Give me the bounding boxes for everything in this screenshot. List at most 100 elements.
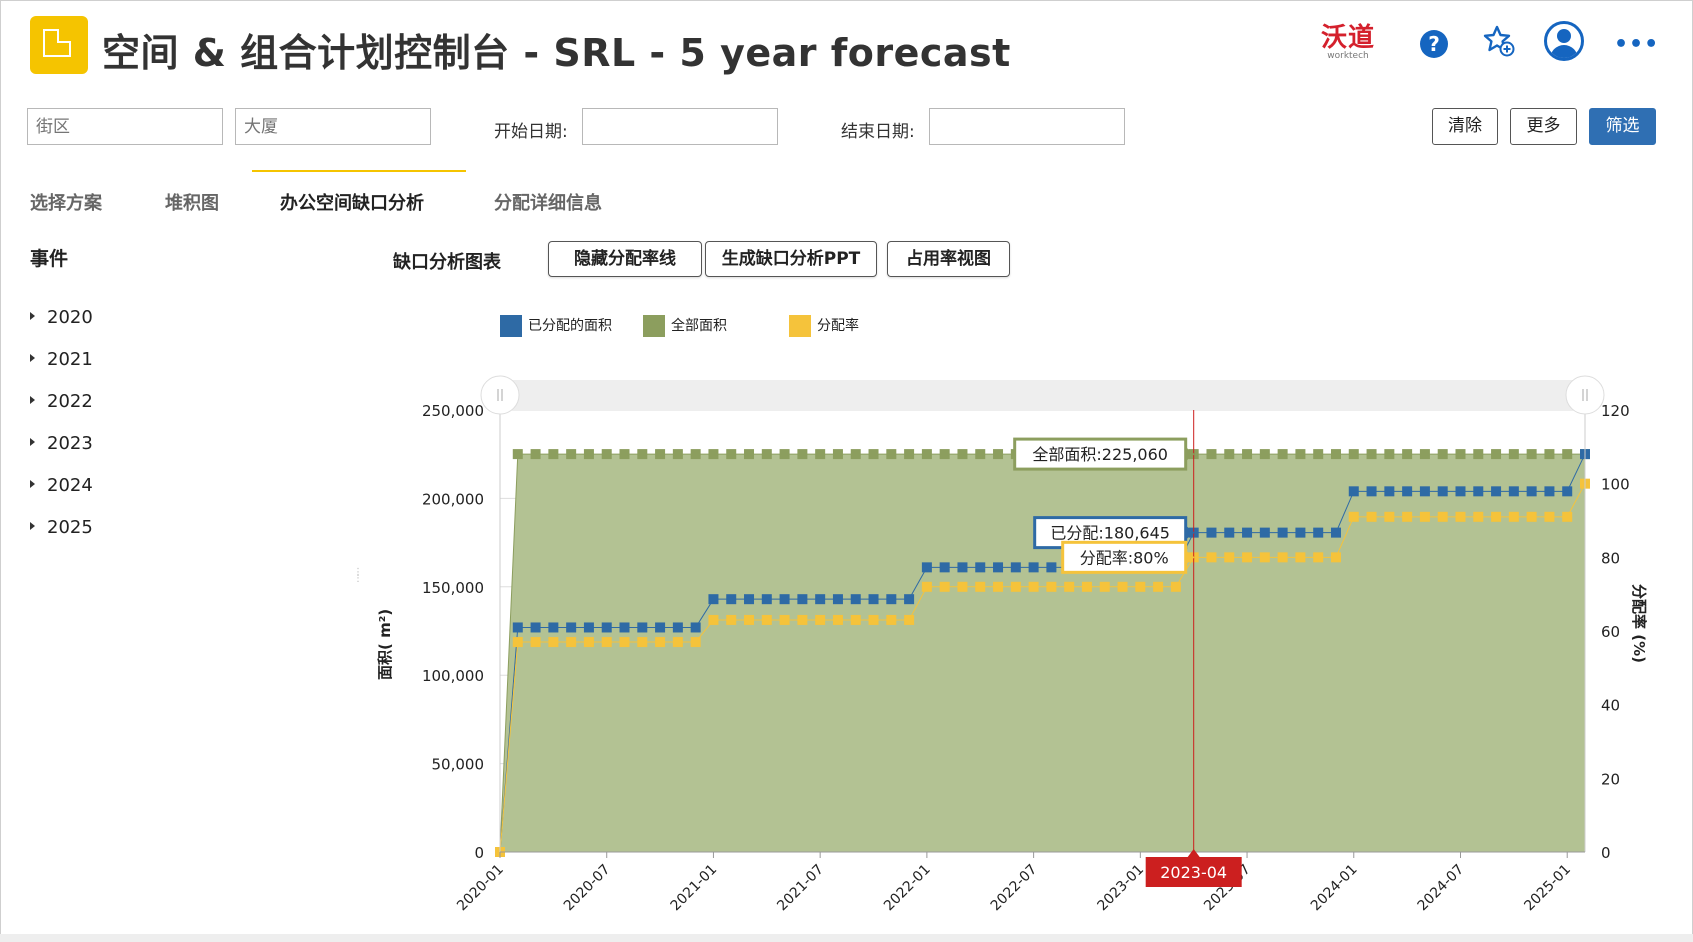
allocation-rate-marker <box>708 614 719 625</box>
total-area-marker <box>1206 449 1217 460</box>
y2-tick-label: 100 <box>1601 476 1630 494</box>
allocated-area-marker <box>1010 562 1021 573</box>
allocation-rate-marker <box>619 637 630 648</box>
allocated-area-marker <box>637 622 648 633</box>
y2-tick-label: 60 <box>1601 623 1620 641</box>
allocated-area-marker <box>921 562 932 573</box>
total-area-marker <box>601 449 612 460</box>
allocated-area-marker <box>868 594 879 605</box>
total-area-marker <box>815 449 826 460</box>
allocated-area-marker <box>850 594 861 605</box>
allocated-area-marker <box>993 562 1004 573</box>
allocation-rate-marker <box>921 581 932 592</box>
allocated-area-marker <box>1526 486 1537 497</box>
allocation-rate-marker <box>868 614 879 625</box>
allocation-rate-marker <box>1046 581 1057 592</box>
allocation-rate-marker <box>1491 511 1502 522</box>
allocation-rate-marker <box>761 614 772 625</box>
allocated-area-marker <box>1562 486 1573 497</box>
allocated-area-marker <box>744 594 755 605</box>
allocation-rate-marker <box>993 581 1004 592</box>
cursor-date-label: 2023-04 <box>1160 863 1227 882</box>
total-area-marker <box>832 449 843 460</box>
allocation-rate-marker <box>957 581 968 592</box>
allocated-area-marker <box>1544 486 1555 497</box>
allocated-area-marker <box>975 562 986 573</box>
allocated-area-marker <box>1437 486 1448 497</box>
allocation-rate-marker <box>886 614 897 625</box>
y-tick-label: 250,000 <box>422 402 484 420</box>
total-area-marker <box>1313 449 1324 460</box>
allocated-area-marker <box>1028 562 1039 573</box>
allocated-area-marker <box>939 562 950 573</box>
total-area-marker <box>1473 449 1484 460</box>
allocation-rate-marker <box>637 637 648 648</box>
total-area-marker <box>583 449 594 460</box>
allocated-area-marker <box>886 594 897 605</box>
allocation-rate-marker <box>779 614 790 625</box>
total-area-marker <box>1544 449 1555 460</box>
allocated-area-marker <box>1348 486 1359 497</box>
total-area-marker <box>1419 449 1430 460</box>
allocation-rate-marker <box>583 637 594 648</box>
allocation-rate-marker <box>1081 581 1092 592</box>
allocated-area-marker <box>726 594 737 605</box>
y2-tick-label: 0 <box>1601 844 1611 862</box>
tooltip-text: 已分配:180,645 <box>1050 524 1170 543</box>
allocation-rate-marker <box>548 637 559 648</box>
allocated-area-marker <box>1402 486 1413 497</box>
total-area-marker <box>1277 449 1288 460</box>
allocated-area-marker <box>1384 486 1395 497</box>
x-tick-label: 2022-01 <box>881 862 934 915</box>
allocation-rate-marker <box>815 614 826 625</box>
x-tick-label: 2024-01 <box>1308 862 1361 915</box>
allocated-area-marker <box>1224 527 1235 538</box>
total-area-marker <box>868 449 879 460</box>
total-area-marker <box>904 449 915 460</box>
allocated-area-marker <box>1330 527 1341 538</box>
total-area-marker <box>1491 449 1502 460</box>
y2-tick-label: 120 <box>1601 402 1630 420</box>
allocated-area-marker <box>1473 486 1484 497</box>
allocation-rate-marker <box>1295 552 1306 563</box>
total-area-marker <box>548 449 559 460</box>
allocated-area-marker <box>815 594 826 605</box>
x-tick-label: 2023-01 <box>1094 862 1147 915</box>
x-tick-label: 2025-01 <box>1521 862 1574 915</box>
allocation-rate-marker <box>1366 511 1377 522</box>
allocation-rate-marker <box>530 637 541 648</box>
allocation-rate-marker <box>1313 552 1324 563</box>
x-tick-label: 2024-07 <box>1415 862 1468 915</box>
allocation-rate-marker <box>1562 511 1573 522</box>
allocation-rate-marker <box>1153 581 1164 592</box>
total-area-marker <box>672 449 683 460</box>
allocated-area-marker <box>797 594 808 605</box>
allocation-rate-marker <box>939 581 950 592</box>
total-area-marker <box>655 449 666 460</box>
y-tick-label: 150,000 <box>422 579 484 597</box>
x-tick-label: 2021-07 <box>774 862 827 915</box>
y-tick-label: 200,000 <box>422 490 484 508</box>
total-area-marker <box>1259 449 1270 460</box>
allocation-rate-marker <box>1277 552 1288 563</box>
allocation-rate-marker <box>850 614 861 625</box>
allocated-area-marker <box>904 594 915 605</box>
total-area-marker <box>690 449 701 460</box>
allocated-area-marker <box>1242 527 1253 538</box>
allocated-area-marker <box>690 622 701 633</box>
allocated-area-marker <box>1295 527 1306 538</box>
gap-analysis-chart[interactable]: 0 50,000 100,000 150,000 200,000 250,000 0 20 40… <box>0 0 1693 942</box>
allocated-area-marker <box>1455 486 1466 497</box>
total-area-marker <box>1402 449 1413 460</box>
range-handle <box>1565 375 1605 415</box>
total-area-marker <box>1295 449 1306 460</box>
y2-tick-label: 40 <box>1601 697 1620 715</box>
allocated-area-marker <box>957 562 968 573</box>
total-area-marker <box>761 449 772 460</box>
total-area-marker <box>1455 449 1466 460</box>
allocation-rate-marker <box>1117 581 1128 592</box>
total-area-marker <box>1562 449 1573 460</box>
allocated-area-marker <box>779 594 790 605</box>
total-area-marker <box>1224 449 1235 460</box>
allocation-rate-marker <box>1170 581 1181 592</box>
